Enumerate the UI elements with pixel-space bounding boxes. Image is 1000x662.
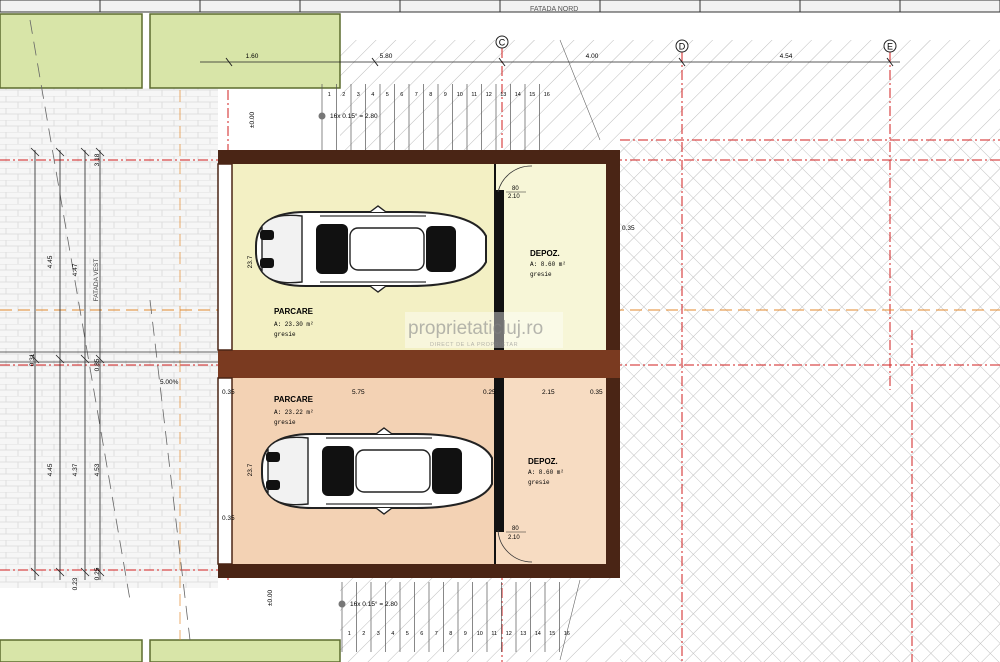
right-wall-dim: 0.35 bbox=[622, 225, 635, 232]
stair-number: 2 bbox=[342, 92, 345, 98]
stairs-top-label: 16x 0.15° = 2.80 bbox=[330, 112, 378, 120]
door-bottom-height: 2.10 bbox=[508, 535, 520, 541]
dim-left-bottom-3: 4.53 bbox=[94, 463, 101, 476]
dim-left-top-3: 3.18 bbox=[94, 153, 101, 166]
room-storage-bottom-name: DEPOZ. bbox=[528, 457, 558, 466]
room-parking-top-area: A: 23.30 m² bbox=[274, 321, 314, 328]
stair-number: 13 bbox=[520, 631, 526, 637]
stair-number: 3 bbox=[357, 92, 360, 98]
facade-north-label: FATADA NORD bbox=[530, 6, 578, 13]
stair-number: 9 bbox=[444, 92, 447, 98]
small-dim-b: 0.31 bbox=[29, 353, 36, 366]
mid-dim-3: 0.25 bbox=[483, 389, 496, 396]
stair-number: 16 bbox=[544, 92, 550, 98]
car-top bbox=[255, 205, 487, 293]
dim-top-1: 1.60 bbox=[246, 53, 259, 60]
dim-top-3: 4.00 bbox=[586, 53, 599, 60]
stairs-bottom-label: 16x 0.15° = 2.80 bbox=[350, 600, 398, 608]
stair-number: 6 bbox=[420, 631, 423, 637]
axis-label-d: D bbox=[679, 42, 686, 52]
stair-number: 6 bbox=[400, 92, 403, 98]
stair-number: 1 bbox=[328, 92, 331, 98]
level-tag-bottom: ±0.00 bbox=[267, 590, 274, 607]
stair-number: 13 bbox=[500, 92, 506, 98]
mid-dim-4: 2.15 bbox=[542, 389, 555, 396]
mid-dim-5: 0.35 bbox=[590, 389, 603, 396]
dim-left-top-1: 4.45 bbox=[47, 255, 54, 268]
stair-number: 14 bbox=[515, 92, 521, 98]
stair-number: 3 bbox=[377, 631, 380, 637]
stair-number: 7 bbox=[435, 631, 438, 637]
bottom-dim-a: 0.23 bbox=[72, 577, 79, 590]
door-top-width: 80 bbox=[512, 186, 519, 192]
facade-west-label: FATADA VEST bbox=[93, 259, 100, 302]
floor-plan: FATADA NORD C D E 1.60 5.80 4.00 4.54 1 … bbox=[0, 0, 1000, 662]
stair-number: 5 bbox=[406, 631, 409, 637]
garage-door-top bbox=[217, 163, 233, 351]
room-storage-bottom-area: A: 8.60 m² bbox=[528, 469, 564, 476]
stair-number: 8 bbox=[429, 92, 432, 98]
dim-left-top-2: 4.47 bbox=[72, 263, 79, 276]
wall-dim-a: 0.35 bbox=[222, 515, 235, 522]
room-storage-top-name: DEPOZ. bbox=[530, 249, 560, 258]
dim-top-2: 5.80 bbox=[380, 53, 393, 60]
room-parking-top-name: PARCARE bbox=[274, 307, 314, 316]
dim-left-bottom-2: 4.37 bbox=[72, 463, 79, 476]
middle-wall bbox=[218, 350, 620, 378]
mid-dim-1: 0.35 bbox=[222, 389, 235, 396]
stair-number: 11 bbox=[471, 92, 477, 98]
stair-number: 4 bbox=[371, 92, 374, 98]
axis-bubble-c: C bbox=[495, 35, 509, 49]
bottom-dim-b: 0.25 bbox=[94, 567, 101, 580]
stair-number: 2 bbox=[362, 631, 365, 637]
small-dim-a: 0.85 bbox=[94, 358, 101, 371]
room-parking-top-finish: gresie bbox=[274, 331, 296, 338]
stairs-top-marker bbox=[318, 112, 326, 120]
garage-depth-top: 23.7 bbox=[247, 255, 254, 268]
room-storage-bottom-finish: gresie bbox=[528, 479, 550, 486]
stair-number: 14 bbox=[535, 631, 541, 637]
door-top-height: 2.10 bbox=[508, 194, 520, 200]
watermark: proprietaticluj.ro DIRECT DE LA PROPRIET… bbox=[405, 312, 563, 348]
stairs-bottom-marker bbox=[338, 600, 346, 608]
room-storage-top-area: A: 8.60 m² bbox=[530, 261, 566, 268]
stair-number: 4 bbox=[391, 631, 394, 637]
axis-label-c: C bbox=[499, 38, 506, 48]
axis-bubble-e: E bbox=[883, 39, 897, 53]
stair-number: 9 bbox=[464, 631, 467, 637]
room-storage-top-finish: gresie bbox=[530, 271, 552, 278]
stair-number: 8 bbox=[449, 631, 452, 637]
stair-number: 10 bbox=[457, 92, 463, 98]
stair-number: 7 bbox=[415, 92, 418, 98]
stair-number: 11 bbox=[491, 631, 497, 637]
room-parking-bottom-name: PARCARE bbox=[274, 395, 314, 404]
stair-number: 1 bbox=[348, 631, 351, 637]
garage-depth-bottom: 23.7 bbox=[247, 463, 254, 476]
watermark-brand: proprietaticluj.ro bbox=[408, 318, 543, 339]
dim-left-bottom-1: 4.45 bbox=[47, 463, 54, 476]
axis-bubble-d: D bbox=[675, 39, 689, 53]
stair-number: 15 bbox=[529, 92, 535, 98]
room-parking-bottom-finish: gresie bbox=[274, 419, 296, 426]
garage-door-bottom bbox=[217, 377, 233, 565]
stair-number: 5 bbox=[386, 92, 389, 98]
stair-number: 12 bbox=[486, 92, 492, 98]
door-bottom-width: 80 bbox=[512, 526, 519, 532]
stair-number: 10 bbox=[477, 631, 483, 637]
stair-number: 15 bbox=[549, 631, 555, 637]
level-tag-top: ±0.00 bbox=[249, 112, 256, 129]
room-parking-bottom-area: A: 23.22 m² bbox=[274, 409, 314, 416]
dim-top-4: 4.54 bbox=[780, 53, 793, 60]
watermark-tagline: DIRECT DE LA PROPRIETAR bbox=[430, 342, 518, 348]
car-bottom bbox=[261, 427, 493, 515]
slope-label: 5.00% bbox=[160, 379, 179, 386]
mid-dim-2: 5.75 bbox=[352, 389, 365, 396]
axis-label-e: E bbox=[887, 42, 893, 52]
stair-number: 16 bbox=[564, 631, 570, 637]
top-facade-strip: FATADA NORD bbox=[0, 0, 1000, 13]
stair-number: 12 bbox=[506, 631, 512, 637]
